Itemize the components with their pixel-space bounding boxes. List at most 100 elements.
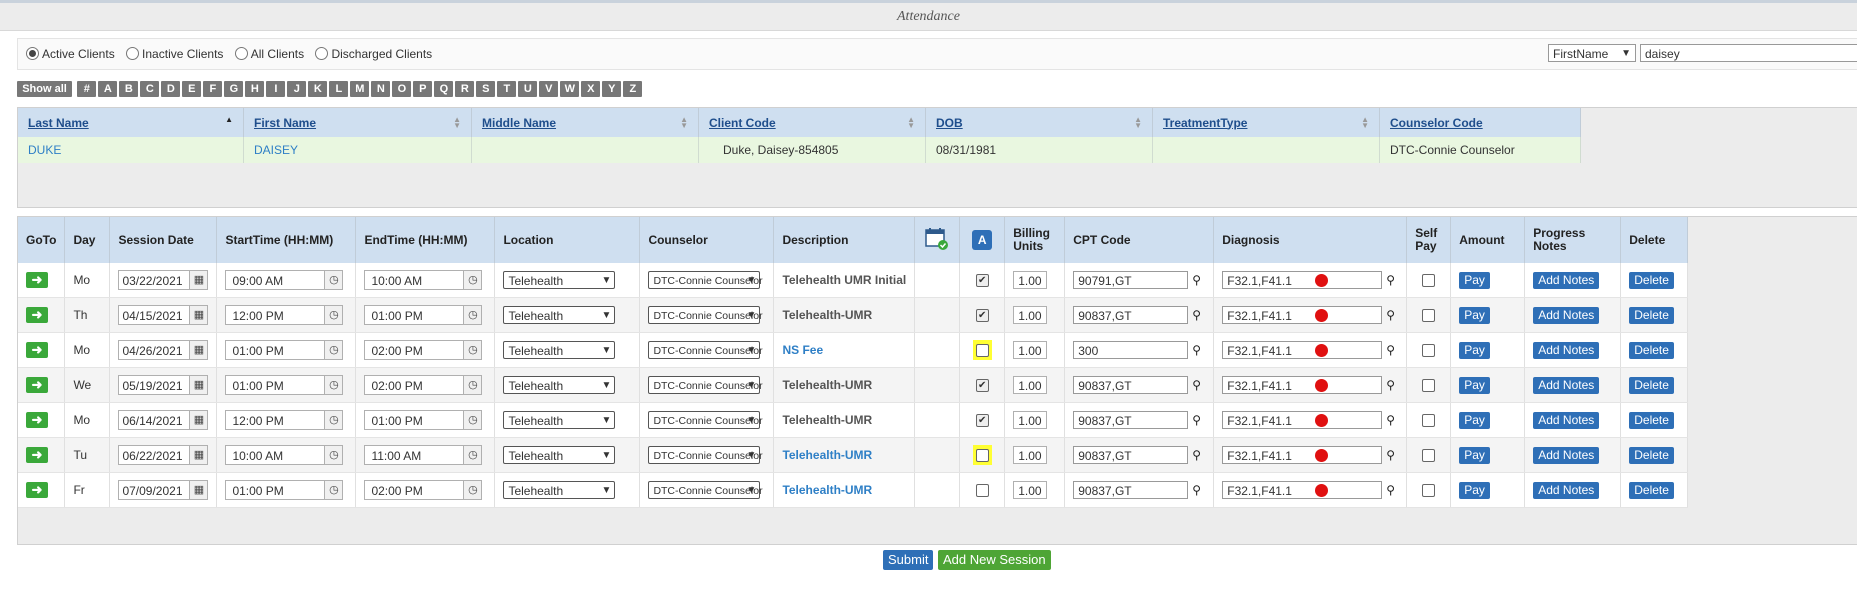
- calendar-icon[interactable]: ▦: [190, 270, 209, 290]
- cpt-code-input[interactable]: 90837,GT: [1073, 376, 1189, 394]
- radio-all-clients[interactable]: All Clients: [234, 47, 304, 61]
- search-icon[interactable]: ⚲: [1192, 343, 1201, 357]
- pay-button[interactable]: Pay: [1459, 341, 1490, 359]
- cpt-code-input[interactable]: 90791,GT: [1073, 271, 1189, 289]
- letter-filter-q[interactable]: Q: [434, 81, 454, 97]
- end-time-input[interactable]: 02:00 PM: [364, 375, 465, 395]
- search-icon[interactable]: ⚲: [1192, 308, 1201, 322]
- clock-icon[interactable]: ◷: [464, 445, 483, 465]
- counselor-select[interactable]: DTC-Connie Counselor ▼: [648, 306, 763, 324]
- letter-filter-u[interactable]: U: [518, 81, 538, 97]
- attended-checkbox[interactable]: ✔: [975, 379, 989, 393]
- location-select[interactable]: Telehealth ▼: [503, 306, 616, 324]
- calendar-icon[interactable]: ▦: [190, 410, 209, 430]
- clock-icon[interactable]: ◷: [325, 270, 344, 290]
- diagnosis-input[interactable]: F32.1,F41.1: [1222, 411, 1383, 429]
- col-first-name[interactable]: First Name ▲ ▼: [243, 108, 472, 137]
- counselor-select[interactable]: DTC-Connie Counselor ▼: [648, 481, 763, 499]
- letter-filter-d[interactable]: D: [161, 81, 181, 97]
- location-select[interactable]: Telehealth ▼: [503, 341, 616, 359]
- clock-icon[interactable]: ◷: [325, 375, 344, 395]
- letter-filter-y[interactable]: Y: [602, 81, 622, 97]
- clock-icon[interactable]: ◷: [464, 305, 483, 325]
- letter-filter-h[interactable]: H: [245, 81, 265, 97]
- calendar-icon[interactable]: ▦: [190, 445, 209, 465]
- clock-icon[interactable]: ◷: [325, 305, 344, 325]
- search-icon[interactable]: ⚲: [1386, 483, 1395, 497]
- location-select[interactable]: Telehealth ▼: [503, 271, 616, 289]
- letter-filter-b[interactable]: B: [119, 81, 139, 97]
- letter-filter-k[interactable]: K: [308, 81, 328, 97]
- clock-icon[interactable]: ◷: [325, 445, 344, 465]
- pay-button[interactable]: Pay: [1459, 306, 1490, 324]
- letter-filter-j[interactable]: J: [287, 81, 307, 97]
- billing-units-input[interactable]: 1.00: [1013, 411, 1048, 429]
- end-time-input[interactable]: 02:00 PM: [364, 340, 465, 360]
- clock-icon[interactable]: ◷: [464, 340, 483, 360]
- calendar-icon[interactable]: ▦: [190, 375, 209, 395]
- start-time-input[interactable]: 01:00 PM: [225, 340, 326, 360]
- goto-arrow-icon[interactable]: ➜: [26, 342, 48, 358]
- delete-button[interactable]: Delete: [1629, 306, 1674, 324]
- billing-units-input[interactable]: 1.00: [1013, 481, 1048, 499]
- letter-filter-o[interactable]: O: [392, 81, 412, 97]
- session-date-input[interactable]: 06/22/2021: [118, 445, 191, 465]
- letter-filter-e[interactable]: E: [182, 81, 202, 97]
- cpt-code-input[interactable]: 300: [1073, 341, 1189, 359]
- radio-dot[interactable]: [26, 47, 39, 60]
- location-select[interactable]: Telehealth ▼: [503, 376, 616, 394]
- end-time-input[interactable]: 01:00 PM: [364, 410, 465, 430]
- session-date-input[interactable]: 05/19/2021: [118, 375, 191, 395]
- diagnosis-input[interactable]: F32.1,F41.1: [1222, 341, 1383, 359]
- pay-button[interactable]: Pay: [1459, 271, 1490, 289]
- counselor-select[interactable]: DTC-Connie Counselor ▼: [648, 271, 763, 289]
- session-date-input[interactable]: 03/22/2021: [118, 270, 191, 290]
- end-time-input[interactable]: 01:00 PM: [364, 305, 465, 325]
- search-icon[interactable]: ⚲: [1386, 343, 1395, 357]
- delete-button[interactable]: Delete: [1629, 271, 1674, 289]
- diagnosis-input[interactable]: F32.1,F41.1: [1222, 376, 1383, 394]
- letter-filter-x[interactable]: X: [581, 81, 601, 97]
- letter-filter-hash[interactable]: #: [77, 81, 97, 97]
- diagnosis-input[interactable]: F32.1,F41.1: [1222, 481, 1383, 499]
- letter-filter-i[interactable]: I: [266, 81, 286, 97]
- submit-button[interactable]: Submit: [883, 550, 934, 570]
- search-icon[interactable]: ⚲: [1192, 273, 1201, 287]
- start-time-input[interactable]: 10:00 AM: [225, 445, 326, 465]
- self-pay-checkbox[interactable]: [1422, 309, 1436, 323]
- attended-checkbox[interactable]: [975, 344, 989, 358]
- self-pay-checkbox[interactable]: [1422, 379, 1436, 393]
- delete-button[interactable]: Delete: [1629, 376, 1674, 394]
- diagnosis-input[interactable]: F32.1,F41.1: [1222, 271, 1383, 289]
- pay-button[interactable]: Pay: [1459, 376, 1490, 394]
- col-last-name[interactable]: Last Name ▲: [18, 108, 244, 137]
- radio-active-clients[interactable]: Active Clients: [26, 47, 115, 61]
- session-description[interactable]: NS Fee: [782, 343, 823, 357]
- session-description[interactable]: Telehealth-UMR: [782, 483, 872, 497]
- end-time-input[interactable]: 11:00 AM: [364, 445, 465, 465]
- start-time-input[interactable]: 01:00 PM: [225, 375, 326, 395]
- attended-checkbox[interactable]: ✔: [975, 414, 989, 428]
- attended-checkbox[interactable]: ✔: [975, 309, 989, 323]
- letter-filter-l[interactable]: L: [329, 81, 349, 97]
- billing-units-input[interactable]: 1.00: [1013, 306, 1048, 324]
- letter-filter-c[interactable]: C: [140, 81, 160, 97]
- letter-filter-s[interactable]: S: [476, 81, 496, 97]
- pay-button[interactable]: Pay: [1459, 411, 1490, 429]
- billing-units-input[interactable]: 1.00: [1013, 376, 1048, 394]
- letter-filter-m[interactable]: M: [350, 81, 370, 97]
- letter-filter-z[interactable]: Z: [623, 81, 643, 97]
- search-icon[interactable]: ⚲: [1192, 448, 1201, 462]
- attended-checkbox[interactable]: [975, 484, 989, 498]
- letter-filter-a[interactable]: A: [98, 81, 118, 97]
- self-pay-checkbox[interactable]: [1422, 484, 1436, 498]
- end-time-input[interactable]: 10:00 AM: [364, 270, 465, 290]
- attended-checkbox[interactable]: [975, 449, 989, 463]
- search-icon[interactable]: ⚲: [1192, 483, 1201, 497]
- clock-icon[interactable]: ◷: [325, 410, 344, 430]
- add-notes-button[interactable]: Add Notes: [1533, 306, 1600, 324]
- radio-dot[interactable]: [126, 47, 140, 60]
- start-time-input[interactable]: 12:00 PM: [225, 410, 326, 430]
- cpt-code-input[interactable]: 90837,GT: [1073, 411, 1189, 429]
- search-icon[interactable]: ⚲: [1386, 273, 1395, 287]
